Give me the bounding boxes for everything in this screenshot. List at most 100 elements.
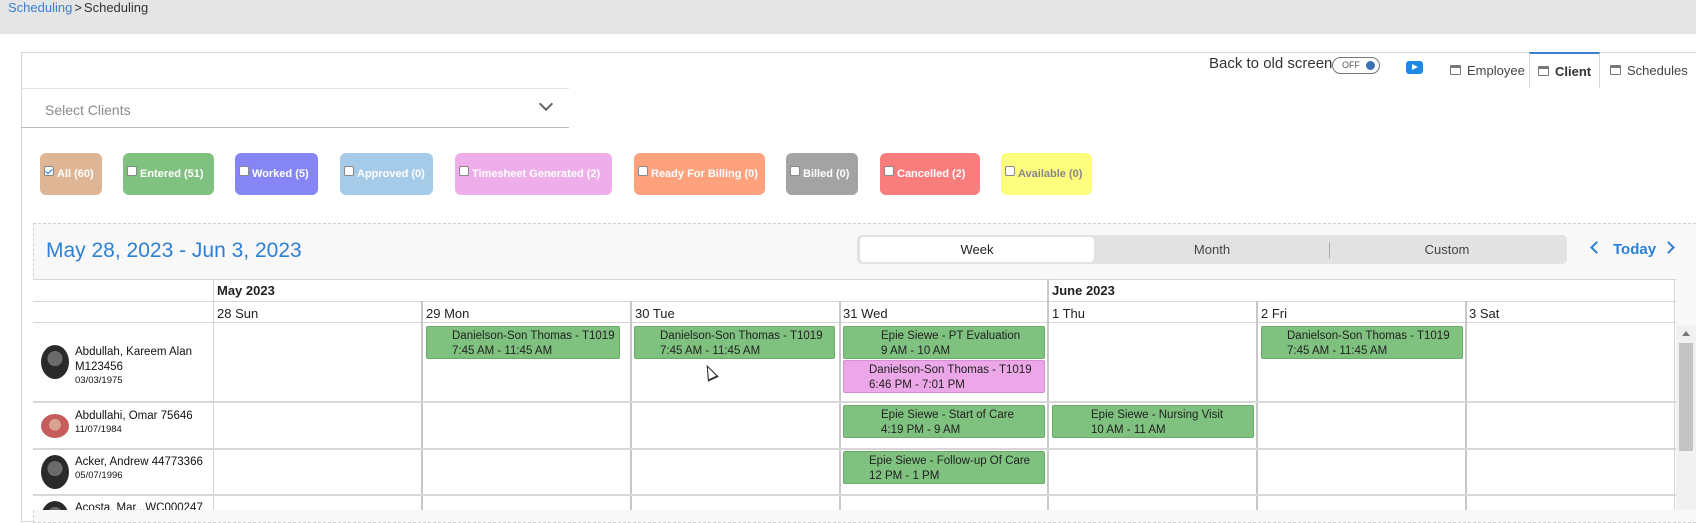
chevron-down-icon (538, 96, 554, 112)
view-custom-button[interactable]: Custom (1331, 237, 1563, 262)
filter-entered[interactable]: Entered (51) (123, 153, 214, 195)
client-info: Acosta, Mar...WC000247 (75, 501, 203, 510)
filter-billed[interactable]: Billed (0) (786, 153, 858, 195)
old-screen-toggle[interactable]: OFF (1332, 57, 1380, 74)
calendar-icon (1450, 65, 1461, 75)
scrollbar-thumb[interactable] (1679, 343, 1693, 451)
checkbox[interactable] (790, 166, 800, 176)
appointment-title: Epie Siewe - Follow-up Of Care (869, 455, 1031, 467)
view-month-button[interactable]: Month (1097, 237, 1327, 262)
schedule-grid: May 2023 June 2023 28 Sun 29 Mon 30 Tue … (33, 279, 1676, 510)
client-row-header[interactable]: Acosta, Mar...WC000247 (41, 501, 203, 510)
checkbox[interactable] (459, 166, 469, 176)
checkbox[interactable] (1005, 166, 1015, 176)
day-header: 2 Fri (1261, 306, 1287, 321)
appointment-title: Epie Siewe - Nursing Visit (1091, 409, 1224, 421)
day-header: 30 Tue (635, 306, 675, 321)
appointment-block[interactable]: Danielson-Son Thomas - T1019 7:45 AM - 1… (1261, 326, 1463, 359)
breadcrumb-current: Scheduling (83, 0, 149, 15)
day-header: 3 Sat (1469, 306, 1500, 321)
month-label-june: June 2023 (1052, 283, 1115, 298)
grid-line (1465, 301, 1467, 510)
grid-line (1674, 279, 1675, 510)
tab-employee-label: Employee (1467, 62, 1525, 78)
client-row-header[interactable]: Abdullahi, Omar 75646 11/07/1984 (41, 409, 193, 438)
filter-ready-for-billing[interactable]: Ready For Billing (0) (634, 153, 765, 195)
checkbox[interactable] (884, 166, 894, 176)
appointment-time: 12 PM - 1 PM (869, 470, 940, 482)
breadcrumb: Scheduling > Scheduling (8, 0, 148, 15)
tab-employee[interactable]: Employee (1442, 52, 1533, 88)
appointment-title: Danielson-Son Thomas - T1019 (452, 330, 615, 342)
client-dob: 03/03/1975 (75, 375, 123, 386)
client-id: M123456 (75, 361, 123, 373)
checkbox[interactable] (44, 166, 54, 176)
appointment-time: 4:19 PM - 9 AM (881, 424, 961, 436)
toggle-state-label: OFF (1342, 60, 1360, 70)
filter-label: Worked (5) (252, 168, 309, 180)
breadcrumb-scheduling-link[interactable]: Scheduling (8, 0, 72, 15)
grid-line (421, 301, 423, 510)
filter-label: Cancelled (2) (897, 168, 966, 180)
appointment-block[interactable]: Epie Siewe - Nursing Visit 10 AM - 11 AM (1052, 405, 1254, 438)
filter-label: Entered (51) (140, 168, 204, 180)
client-name: Abdullahi, Omar 75646 (75, 410, 193, 422)
appointment-block[interactable]: Epie Siewe - PT Evaluation 9 AM - 10 AM (843, 326, 1045, 359)
day-header: 31 Wed (843, 306, 888, 321)
filter-timesheet-generated[interactable]: Timesheet Generated (2) (455, 153, 612, 195)
appointment-block[interactable]: Danielson-Son Thomas - T1019 6:46 PM - 7… (843, 360, 1045, 393)
appointment-block[interactable]: Danielson-Son Thomas - T1019 7:45 AM - 1… (426, 326, 620, 359)
appointment-block[interactable]: Epie Siewe - Start of Care 4:19 PM - 9 A… (843, 405, 1045, 438)
day-header: 1 Thu (1052, 306, 1086, 321)
tab-client[interactable]: Client (1529, 52, 1601, 88)
checkbox[interactable] (239, 166, 249, 176)
filter-approved[interactable]: Approved (0) (340, 153, 433, 195)
client-name: Abdullah, Kareem Alan (75, 346, 192, 358)
filter-worked[interactable]: Worked (5) (235, 153, 318, 195)
back-to-old-screen-label: Back to old screen (1209, 55, 1333, 72)
client-row-header[interactable]: Acker, Andrew 44773366 05/07/1996 (41, 455, 203, 489)
avatar (41, 501, 69, 510)
grid-line (213, 279, 214, 510)
client-name: Acosta, Mar...WC000247 (75, 502, 203, 510)
client-row-header[interactable]: Abdullah, Kareem Alan M123456 03/03/1975 (41, 345, 192, 387)
day-header-row: 28 Sun 29 Mon 30 Tue 31 Wed 1 Thu 2 Fri … (33, 301, 1676, 323)
filter-label: Timesheet Generated (2) (472, 168, 601, 180)
view-week-button[interactable]: Week (860, 237, 1094, 262)
client-name: Acker, Andrew 44773366 (75, 456, 203, 468)
appointment-block[interactable]: Epie Siewe - Follow-up Of Care 12 PM - 1… (843, 451, 1045, 484)
tab-schedules[interactable]: Schedules (1602, 52, 1696, 88)
checkbox[interactable] (127, 166, 137, 176)
checkbox[interactable] (344, 166, 354, 176)
select-clients-dropdown[interactable]: Select Clients (21, 88, 569, 128)
grid-line (839, 301, 841, 510)
avatar (41, 345, 69, 379)
today-button[interactable]: Today (1613, 241, 1656, 258)
appointment-time: 7:45 AM - 11:45 AM (452, 345, 553, 357)
month-header-row: May 2023 June 2023 (33, 279, 1676, 301)
avatar (41, 414, 69, 438)
calendar-icon (1610, 65, 1621, 75)
filter-label: Billed (0) (803, 168, 850, 180)
filter-label: Approved (0) (357, 168, 425, 180)
grid-line (1047, 279, 1049, 510)
grid-line (1256, 301, 1258, 510)
top-bar: Scheduling > Scheduling (0, 0, 1696, 34)
view-switcher: Week Month Custom (857, 235, 1567, 264)
client-dob: 05/07/1996 (75, 470, 123, 481)
video-play-icon[interactable] (1406, 61, 1423, 74)
appointment-time: 7:45 AM - 11:45 AM (1287, 345, 1388, 357)
filter-cancelled[interactable]: Cancelled (2) (880, 153, 980, 195)
filter-all[interactable]: All (60) (40, 153, 102, 195)
day-header: 28 Sun (217, 306, 259, 321)
filter-label: All (60) (57, 168, 94, 180)
filter-label: Available (0) (1018, 168, 1083, 180)
checkbox[interactable] (638, 166, 648, 176)
scroll-up-icon[interactable] (1682, 331, 1690, 336)
month-label-may: May 2023 (217, 283, 275, 298)
day-header: 29 Mon (426, 306, 470, 321)
client-dob: 11/07/1984 (75, 424, 122, 435)
appointment-block[interactable]: Danielson-Son Thomas - T1019 7:45 AM - 1… (634, 326, 835, 359)
filter-available[interactable]: Available (0) (1001, 153, 1092, 195)
vertical-scrollbar[interactable] (1676, 325, 1696, 510)
